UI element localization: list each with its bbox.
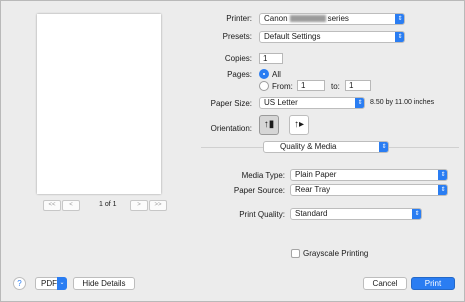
media-type-value: Plain Paper: [295, 170, 337, 179]
page-preview: [37, 14, 161, 194]
section-divider-right: [389, 147, 459, 148]
printer-model-redacted: [289, 15, 326, 23]
paper-source-value: Rear Tray: [295, 185, 331, 194]
pages-to-field[interactable]: 1: [345, 80, 371, 91]
print-quality-value: Standard: [295, 209, 328, 218]
grayscale-checkbox[interactable]: [291, 249, 300, 258]
pages-to-label: to:: [331, 82, 340, 91]
help-button[interactable]: ?: [13, 277, 26, 290]
preview-pager: << < 1 of 1 > >>: [43, 200, 173, 212]
prev-page-button[interactable]: <: [62, 200, 80, 211]
pdf-menu-button[interactable]: PDF ⌄: [35, 277, 67, 290]
portrait-person-icon: ↑▮: [263, 119, 275, 130]
grayscale-label: Grayscale Printing: [303, 249, 369, 258]
updown-arrows-icon: ⇕: [438, 185, 447, 195]
printer-label: Printer:: [226, 14, 252, 23]
pdf-label: PDF: [41, 279, 57, 288]
paper-dimensions: 8.50 by 11.00 inches: [370, 99, 435, 106]
paper-size-value: US Letter: [264, 98, 298, 107]
next-page-button[interactable]: >: [130, 200, 148, 211]
updown-arrows-icon: ⇕: [438, 170, 447, 180]
updown-arrows-icon: ⇕: [355, 98, 364, 108]
pages-from-radio[interactable]: [259, 81, 269, 91]
printer-name-prefix: Canon: [264, 14, 288, 23]
landscape-orientation-button[interactable]: ↑▸: [289, 115, 309, 135]
portrait-orientation-button[interactable]: ↑▮: [259, 115, 279, 135]
presets-value: Default Settings: [264, 32, 321, 41]
paper-size-select[interactable]: US Letter ⇕: [259, 97, 365, 109]
printer-select[interactable]: Canon series ⇕: [259, 13, 405, 25]
print-quality-label: Print Quality:: [239, 210, 285, 219]
section-value: Quality & Media: [280, 142, 337, 151]
pages-all-label: All: [272, 70, 281, 79]
paper-size-label: Paper Size:: [210, 99, 252, 108]
print-button[interactable]: Print: [411, 277, 455, 290]
pages-label: Pages:: [227, 70, 252, 79]
copies-field[interactable]: 1: [259, 53, 283, 64]
last-page-button[interactable]: >>: [149, 200, 167, 211]
pages-from-field[interactable]: 1: [297, 80, 325, 91]
page-indicator: 1 of 1: [99, 201, 117, 208]
copies-label: Copies:: [224, 54, 252, 63]
landscape-person-icon: ↑▸: [293, 119, 305, 130]
first-page-button[interactable]: <<: [43, 200, 61, 211]
paper-source-select[interactable]: Rear Tray ⇕: [290, 184, 448, 196]
pages-all-radio[interactable]: [259, 69, 269, 79]
media-type-label: Media Type:: [241, 171, 285, 180]
chevron-down-icon: ⌄: [57, 277, 67, 290]
print-dialog: << < 1 of 1 > >> Printer: Canon series ⇕ …: [0, 0, 465, 302]
hide-details-button[interactable]: Hide Details: [73, 277, 135, 290]
presets-label: Presets:: [222, 32, 252, 41]
pages-from-label: From:: [272, 82, 293, 91]
updown-arrows-icon: ⇕: [412, 209, 421, 219]
section-select[interactable]: Quality & Media ⇕: [263, 141, 389, 153]
cancel-button[interactable]: Cancel: [363, 277, 407, 290]
updown-arrows-icon: ⇕: [395, 14, 404, 24]
updown-arrows-icon: ⇕: [395, 32, 404, 42]
orientation-label: Orientation:: [210, 124, 252, 133]
section-divider-left: [201, 147, 263, 148]
presets-select[interactable]: Default Settings ⇕: [259, 31, 405, 43]
print-quality-select[interactable]: Standard ⇕: [290, 208, 422, 220]
paper-source-label: Paper Source:: [233, 186, 285, 195]
updown-arrows-icon: ⇕: [379, 142, 388, 152]
media-type-select[interactable]: Plain Paper ⇕: [290, 169, 448, 181]
printer-name-suffix: series: [327, 14, 349, 23]
